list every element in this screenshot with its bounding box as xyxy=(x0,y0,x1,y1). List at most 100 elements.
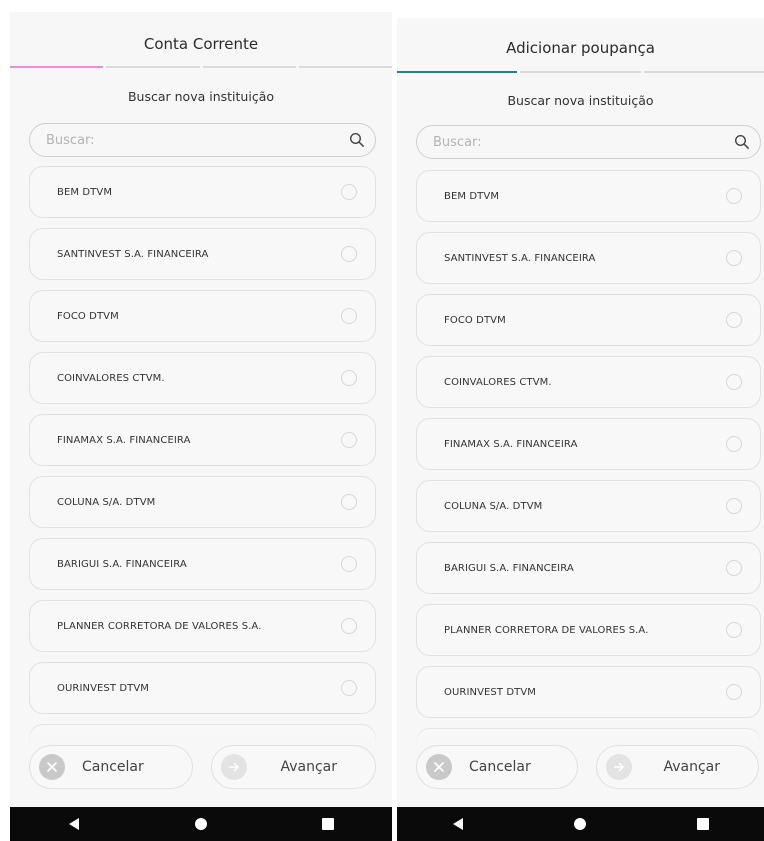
step-3 xyxy=(202,66,296,68)
page-title: Conta Corrente xyxy=(143,35,259,53)
cancel-button[interactable]: Cancelar xyxy=(416,745,578,789)
next-button[interactable]: Avançar xyxy=(211,745,376,789)
radio-button[interactable] xyxy=(341,308,357,324)
next-label: Avançar xyxy=(280,759,337,775)
screen-adicionar-poupanca: Adicionar poupança Buscar nova instituiç… xyxy=(397,18,764,841)
list-item[interactable]: COINVALORES CTVM. xyxy=(416,356,761,408)
android-nav-bar xyxy=(397,807,764,841)
recent-apps-icon xyxy=(322,818,335,830)
search-input[interactable] xyxy=(433,134,734,150)
radio-button[interactable] xyxy=(341,680,357,696)
institution-name: COINVALORES CTVM. xyxy=(444,376,552,388)
list-item[interactable]: BARIGUI S.A. FINANCEIRA xyxy=(29,538,376,590)
step-2 xyxy=(520,71,641,73)
recent-apps-button[interactable] xyxy=(673,807,733,841)
institution-name: PLANNER CORRETORA DE VALORES S.A. xyxy=(444,624,649,636)
recent-apps-button[interactable] xyxy=(298,807,358,841)
radio-button[interactable] xyxy=(726,622,742,638)
search-input[interactable] xyxy=(46,132,349,148)
list-item[interactable]: FINAMAX S.A. FINANCEIRA xyxy=(416,418,761,470)
institution-name: COLUNA S/A. DTVM xyxy=(444,500,543,512)
list-item[interactable]: COINVALORES CTVM. xyxy=(29,352,376,404)
list-item[interactable]: SANTINVEST S.A. FINANCEIRA xyxy=(416,232,761,284)
institution-name: SANTINVEST S.A. FINANCEIRA xyxy=(57,248,209,260)
search-icon[interactable] xyxy=(734,134,750,150)
list-item[interactable]: PLANNER CORRETORA DE VALORES S.A. xyxy=(416,604,761,656)
page-title: Adicionar poupança xyxy=(506,39,655,57)
list-item[interactable]: COLUNA S/A. DTVM xyxy=(416,480,761,532)
institution-name: OURINVEST DTVM xyxy=(444,686,537,698)
arrow-right-icon xyxy=(221,754,247,780)
radio-button[interactable] xyxy=(726,250,742,266)
progress-stepper xyxy=(10,66,392,68)
search-icon[interactable] xyxy=(349,132,365,148)
list-item[interactable]: SANTINVEST S.A. FINANCEIRA xyxy=(29,228,376,280)
radio-button[interactable] xyxy=(341,556,357,572)
institution-name: BARIGUI S.A. FINANCEIRA xyxy=(444,562,574,574)
radio-button[interactable] xyxy=(726,498,742,514)
list-item[interactable]: FINAMAX S.A. FINANCEIRA xyxy=(29,414,376,466)
institution-name: FOCO DTVM xyxy=(57,310,119,322)
progress-stepper xyxy=(397,71,764,73)
radio-button[interactable] xyxy=(341,370,357,386)
radio-button[interactable] xyxy=(341,432,357,448)
institution-name: OURINVEST DTVM xyxy=(57,682,150,694)
step-2 xyxy=(106,66,200,68)
android-nav-bar xyxy=(10,807,392,841)
radio-button[interactable] xyxy=(726,374,742,390)
radio-button[interactable] xyxy=(341,494,357,510)
search-box[interactable] xyxy=(416,125,761,159)
screen-conta-corrente: Conta Corrente Buscar nova instituição B… xyxy=(10,12,392,841)
institution-name: SANTINVEST S.A. FINANCEIRA xyxy=(444,252,596,264)
radio-button[interactable] xyxy=(341,246,357,262)
institution-name: PLANNER CORRETORA DE VALORES S.A. xyxy=(57,620,262,632)
home-button[interactable] xyxy=(171,807,231,841)
radio-button[interactable] xyxy=(726,560,742,576)
list-item[interactable]: OURINVEST DTVM xyxy=(416,666,761,718)
institution-name: BEM DTVM xyxy=(444,190,500,202)
institution-name: BARIGUI S.A. FINANCEIRA xyxy=(57,558,187,570)
list-item[interactable]: FOCO DTVM xyxy=(416,294,761,346)
radio-button[interactable] xyxy=(726,436,742,452)
cancel-button[interactable]: Cancelar xyxy=(29,745,193,789)
step-1 xyxy=(10,66,104,68)
list-item[interactable]: PLANNER CORRETORA DE VALORES S.A. xyxy=(29,600,376,652)
home-icon xyxy=(194,818,207,830)
next-label: Avançar xyxy=(663,759,720,775)
back-icon xyxy=(68,818,79,830)
next-button[interactable]: Avançar xyxy=(596,745,759,789)
radio-button[interactable] xyxy=(341,184,357,200)
close-icon xyxy=(39,754,65,780)
close-icon xyxy=(426,754,452,780)
cancel-label: Cancelar xyxy=(82,759,144,775)
list-item[interactable]: BEM DTVM xyxy=(29,166,376,218)
back-button[interactable] xyxy=(44,807,104,841)
institution-name: FINAMAX S.A. FINANCEIRA xyxy=(444,438,578,450)
list-item[interactable]: COLUNA S/A. DTVM xyxy=(29,476,376,528)
step-1 xyxy=(397,71,518,73)
radio-button[interactable] xyxy=(726,188,742,204)
list-item[interactable]: FOCO DTVM xyxy=(29,290,376,342)
radio-button[interactable] xyxy=(726,312,742,328)
recent-apps-icon xyxy=(696,818,709,830)
search-box[interactable] xyxy=(29,123,376,157)
radio-button[interactable] xyxy=(341,618,357,634)
home-icon xyxy=(574,818,587,830)
step-3 xyxy=(643,71,764,73)
list-item[interactable]: BEM DTVM xyxy=(416,170,761,222)
institution-name: COINVALORES CTVM. xyxy=(57,372,165,384)
cancel-label: Cancelar xyxy=(469,759,531,775)
institution-name: COLUNA S/A. DTVM xyxy=(57,496,156,508)
radio-button[interactable] xyxy=(726,684,742,700)
step-4 xyxy=(298,66,392,68)
section-subtitle: Buscar nova instituição xyxy=(127,89,274,104)
home-button[interactable] xyxy=(550,807,610,841)
arrow-right-icon xyxy=(606,754,632,780)
back-button[interactable] xyxy=(428,807,488,841)
list-item[interactable]: BARIGUI S.A. FINANCEIRA xyxy=(416,542,761,594)
back-icon xyxy=(453,818,464,830)
institution-name: FINAMAX S.A. FINANCEIRA xyxy=(57,434,191,446)
list-item[interactable]: OURINVEST DTVM xyxy=(29,662,376,714)
section-subtitle: Buscar nova instituição xyxy=(507,93,654,108)
institution-name: BEM DTVM xyxy=(57,186,113,198)
